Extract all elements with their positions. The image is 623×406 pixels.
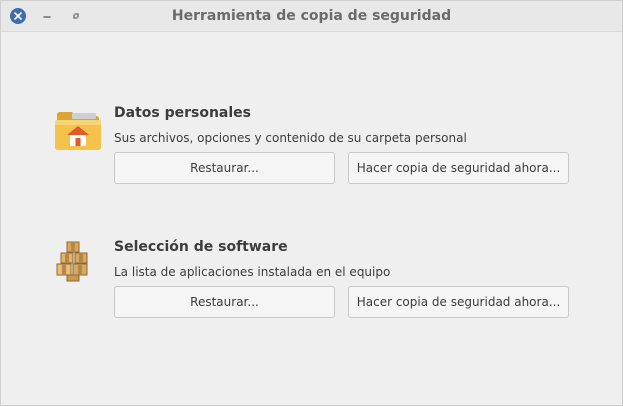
window-title: Herramienta de copia de seguridad (171, 8, 452, 24)
software-selection-title: Selección de software (114, 239, 288, 255)
personal-data-section: Datos personales Sus archivos, opciones … (53, 105, 583, 187)
software-restore-button[interactable]: Restaurar... (114, 286, 335, 318)
personal-data-title: Datos personales (114, 105, 251, 121)
software-selection-section: Selección de software La lista de aplica… (53, 239, 583, 321)
title-bar[interactable]: Herramienta de copia de seguridad (1, 1, 622, 32)
personal-data-backup-now-button[interactable]: Hacer copia de seguridad ahora... (348, 152, 569, 184)
home-folder-icon (53, 109, 103, 153)
backup-tool-window: Herramienta de copia de seguridad Datos … (0, 0, 623, 406)
software-selection-description: La lista de aplicaciones instalada en el… (114, 265, 391, 279)
personal-data-description: Sus archivos, opciones y contenido de su… (114, 131, 467, 145)
software-backup-now-button[interactable]: Hacer copia de seguridad ahora... (348, 286, 569, 318)
personal-data-restore-button[interactable]: Restaurar... (114, 152, 335, 184)
software-packages-icon (53, 239, 103, 283)
